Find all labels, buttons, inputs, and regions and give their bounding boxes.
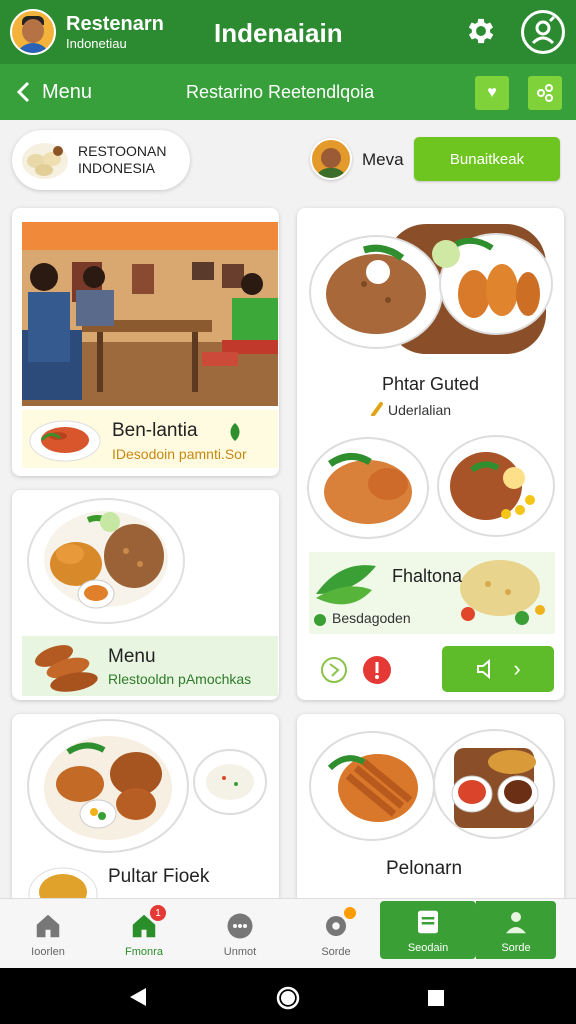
dumpling-bowl-icon <box>22 143 68 179</box>
noodle-dish-image <box>29 420 101 462</box>
avatar[interactable] <box>10 9 56 55</box>
account-icon[interactable] <box>521 10 565 54</box>
rice-chicken-plate-image <box>27 498 185 624</box>
system-nav-bar <box>0 968 576 1024</box>
user-avatar[interactable] <box>310 138 352 180</box>
tag-icon <box>371 402 383 416</box>
nav-label: Fmonra <box>125 945 163 958</box>
dishes-card-subtitle: Uderlalian <box>388 402 452 418</box>
restaurant-chip[interactable]: RESTOONAN INDONESIA <box>12 130 190 190</box>
avatar-head <box>22 19 44 43</box>
heart-icon: ♥ <box>487 84 497 101</box>
page-title: Indenaiain <box>214 18 343 48</box>
nav-label: Unmot <box>223 945 257 958</box>
share-icon <box>537 84 553 102</box>
share-button[interactable] <box>528 76 562 110</box>
menu-card-title: Menu <box>108 646 156 667</box>
person-icon <box>506 911 526 933</box>
home-icon <box>36 914 60 937</box>
restaurant-caption: Ben-lantia IDesodoin pamnti.Sor <box>22 410 278 468</box>
nav-label: Seodain <box>407 941 449 954</box>
cta-button[interactable]: Bunaitkeak <box>414 137 560 181</box>
brand: Restenarn Indonetiau <box>66 14 164 50</box>
subheader-title: Restarino Reetendlqoia <box>186 82 375 102</box>
satay-plates-image <box>309 729 555 841</box>
back-menu-label[interactable]: Menu <box>42 81 92 104</box>
home-circle-icon[interactable] <box>276 986 300 1010</box>
fhaltona-title: Fhaltona <box>392 566 463 586</box>
notification-dot <box>344 907 356 919</box>
leaf-icon <box>230 423 240 441</box>
chicken-platter-image <box>27 719 267 853</box>
restaurant-photo <box>22 222 278 406</box>
menu-card-subtitle: Rlestooldn pAmochkas <box>108 671 252 687</box>
user-name: Meva <box>362 150 404 169</box>
bottom-nav: Ioorlen Fmonra 1 Unmot Sorde Seodain Sor… <box>0 898 576 968</box>
pultar-card-title: Pultar Fioek <box>108 866 210 887</box>
chip-line2: INDONESIA <box>78 160 156 176</box>
card-title: Ben-lantia <box>112 420 198 441</box>
recents-square-icon[interactable] <box>426 988 446 1008</box>
alert-icon[interactable] <box>362 655 392 685</box>
chat-icon <box>227 913 253 938</box>
user-avatar-head <box>321 148 341 168</box>
nav-item-fmonra[interactable]: Fmonra 1 <box>96 899 192 969</box>
nav-item-unmot[interactable]: Unmot <box>192 899 288 969</box>
fhaltona-subtitle: Besdagoden <box>332 610 411 626</box>
platter-image <box>309 224 553 354</box>
nav-item-ioorlen[interactable]: Ioorlen <box>0 899 96 969</box>
app-header: Restenarn Indonetiau Indenaiain <box>0 0 576 64</box>
fried-chicken-image <box>34 645 98 692</box>
brand-subtitle: Indonetiau <box>66 36 127 51</box>
noodle-bowl-image <box>28 867 98 898</box>
two-plates-image <box>307 435 555 539</box>
card-subtitle: IDesodoin pamnti.Sor <box>112 446 247 462</box>
chip-text: RESTOONAN INDONESIA <box>78 143 166 178</box>
notification-badge: 1 <box>150 905 166 921</box>
fried-rice-image <box>460 560 545 625</box>
user-avatar-shirt <box>315 168 347 178</box>
receipt-icon <box>418 910 438 933</box>
speaker-icon <box>477 658 491 680</box>
nav-label: Ioorlen <box>31 945 65 958</box>
nav-item-sorde[interactable]: Sorde <box>288 899 384 969</box>
nav-item-profile[interactable]: Sorde <box>476 901 556 959</box>
chip-line1: RESTOONAN <box>78 142 167 159</box>
chevron-right-icon: › <box>513 656 521 681</box>
gear-icon[interactable] <box>464 14 498 48</box>
avatar-shirt <box>15 43 51 53</box>
nav-label: Sorde <box>501 941 531 954</box>
mouse-icon[interactable] <box>320 656 348 684</box>
heart-button[interactable]: ♥ <box>475 76 509 110</box>
dishes-card-title: Phtar Guted <box>382 374 480 394</box>
chevron-left-icon[interactable] <box>12 77 36 107</box>
next-button[interactable]: › <box>442 646 554 692</box>
sub-header: Menu Restarino Reetendlqoia ♥ <box>0 64 576 120</box>
back-triangle-icon[interactable] <box>128 986 148 1008</box>
brand-name: Restenarn <box>66 13 164 35</box>
pelonarn-card-title: Pelonarn <box>386 858 463 879</box>
nav-label: Sorde <box>321 945 351 958</box>
nav-item-seodain[interactable]: Seodain <box>380 901 476 959</box>
